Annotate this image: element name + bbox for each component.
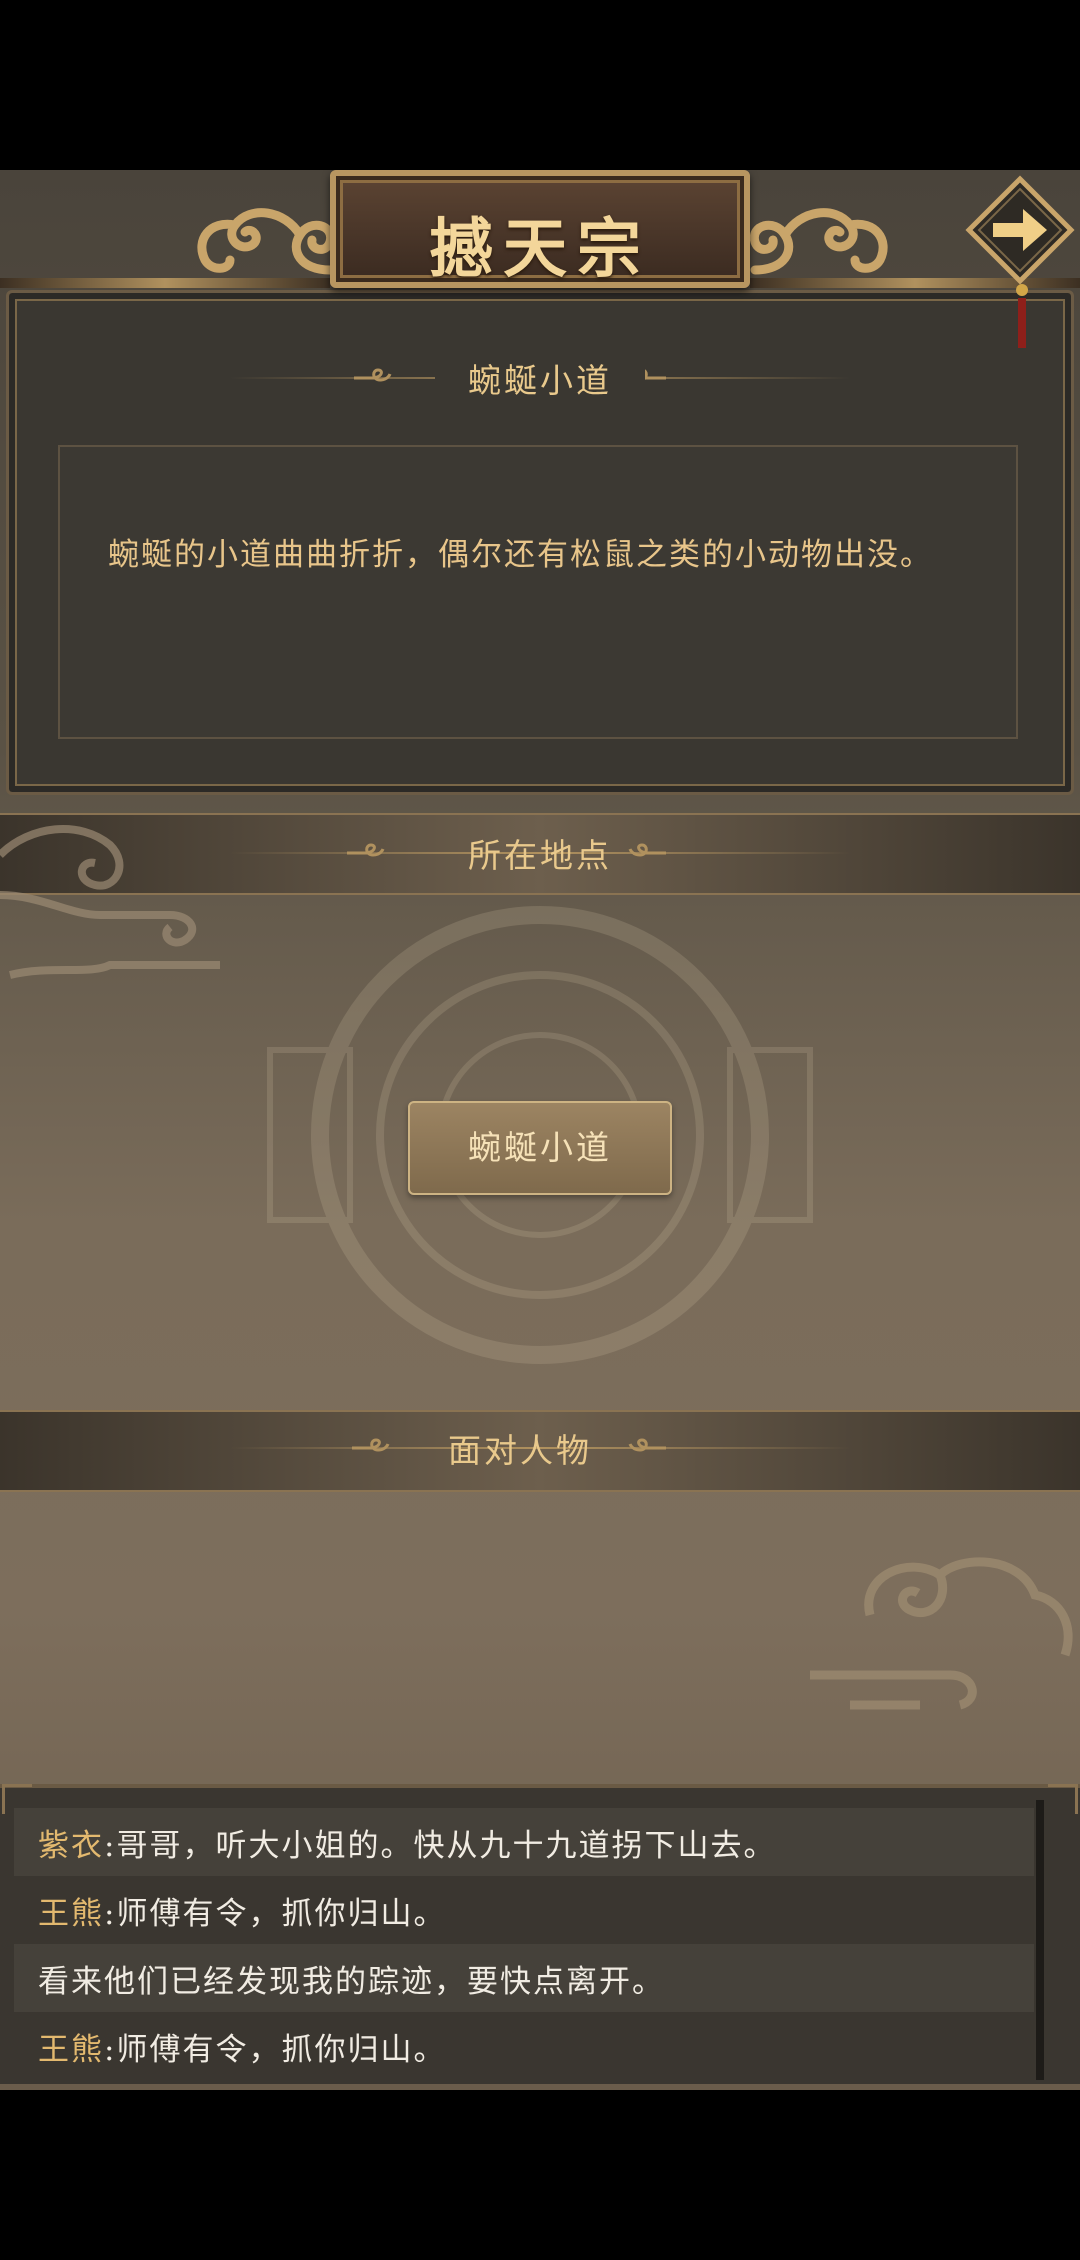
cloud-decoration-icon [810, 1557, 1073, 1710]
location-button-label: 蜿蜒小道 [468, 1128, 612, 1167]
log-text: :师傅有令，抓你归山。 [104, 1896, 447, 1932]
log-speaker: 紫衣 [38, 1828, 104, 1864]
log-speaker: 王熊 [38, 1896, 104, 1932]
description-header: 蜿蜒小道 [0, 340, 1080, 416]
characters-header: 面对人物 [0, 1410, 1080, 1486]
cloud-decoration-icon [0, 825, 220, 979]
log-text: :师傅有令，抓你归山。 [104, 2032, 447, 2068]
log-scrollbar[interactable] [1036, 1800, 1044, 2080]
panel-corner [1048, 1784, 1078, 1814]
log-row: 紫衣:哥哥，听大小姐的。快从九十九道拐下山去。 [14, 1808, 1034, 1876]
log-text: 看来他们已经发现我的踪迹，要快点离开。 [38, 1964, 665, 2000]
description-box: 蜿蜒的小道曲曲折折，偶尔还有松鼠之类的小动物出没。 [58, 445, 1018, 739]
title-plaque: 撼天宗 [330, 170, 750, 288]
characters-title: 面对人物 [448, 1431, 592, 1470]
log-row: 王熊:师傅有令，抓你归山。 [14, 1876, 1034, 1944]
next-button[interactable] [965, 175, 1075, 285]
description-text: 蜿蜒的小道曲曲折折，偶尔还有松鼠之类的小动物出没。 [108, 537, 933, 573]
log-row: 王熊:师傅有令，抓你归山。 [14, 2012, 1034, 2080]
swirl-ornament-icon [354, 368, 392, 382]
log-row: 看来他们已经发现我的踪迹，要快点离开。 [14, 1944, 1034, 2012]
page-title: 撼天宗 [429, 212, 651, 287]
log-speaker: 王熊 [38, 2032, 104, 2068]
log-text: :哥哥，听大小姐的。快从九十九道拐下山去。 [104, 1828, 777, 1864]
cloud-ornament-icon [749, 208, 888, 275]
cloud-ornament-icon [197, 208, 336, 275]
description-title: 蜿蜒小道 [435, 354, 645, 402]
location-button[interactable]: 蜿蜒小道 [408, 1101, 672, 1195]
title-bar: 撼天宗 [0, 170, 1080, 348]
